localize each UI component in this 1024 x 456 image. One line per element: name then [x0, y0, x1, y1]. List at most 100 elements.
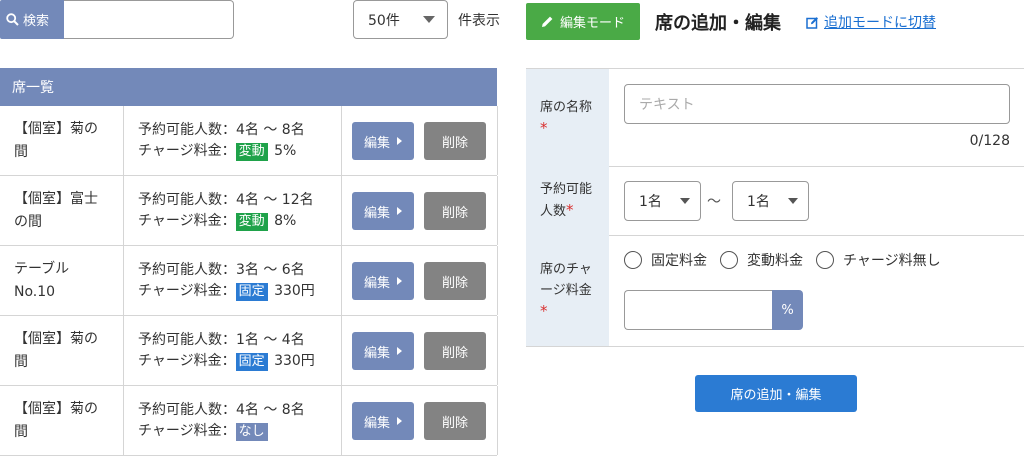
seat-name: 【個室】菊の間 — [0, 106, 124, 175]
edit-button-label: 編集 — [363, 275, 390, 291]
seat-info: 予約可能人数：3名 〜 6名 チャージ料金： 固定 330円 — [124, 246, 342, 315]
seat-info: 予約可能人数：4名 〜 12名 チャージ料金： 変動 8% — [124, 176, 342, 245]
edit-button-label: 編集 — [363, 205, 390, 221]
charge-amount-input[interactable] — [624, 290, 773, 330]
seat-info: 予約可能人数：1名 〜 4名 チャージ料金： 固定 330円 — [124, 316, 342, 385]
capacity-min-value: 1名 — [639, 194, 662, 210]
search-input[interactable] — [64, 0, 234, 39]
edit-button-label: 編集 — [363, 415, 390, 431]
required-mark: * — [540, 118, 548, 137]
label-text-2: 人数 — [540, 204, 567, 219]
caret-right-icon — [397, 417, 402, 425]
switch-to-add-mode-link[interactable]: 追加モードに切替 — [806, 12, 936, 32]
seat-info: 予約可能人数：4名 〜 8名 チャージ料金： 変動 5% — [124, 106, 342, 175]
caret-right-icon — [397, 137, 402, 145]
radio-fixed-charge[interactable]: 固定料金 — [624, 250, 707, 270]
capacity-max-value: 1名 — [747, 194, 770, 210]
seat-capacity: 予約可能人数：4名 〜 8名 — [138, 121, 305, 138]
seat-form: 席の名称 * テキスト 0/128 予約可能 人数* 1名 〜 1名 席のチャ … — [526, 68, 1024, 347]
required-mark: * — [566, 201, 574, 219]
panel-title: 席の追加・編集 — [655, 13, 781, 34]
radio-label: チャージ料無し — [843, 253, 941, 269]
seat-charge: チャージ料金： 変動 8% — [138, 211, 341, 232]
radio-circle — [624, 251, 642, 269]
edit-button[interactable]: 編集 — [352, 122, 414, 160]
edit-button-label: 編集 — [363, 135, 390, 151]
field-label-charge: 席のチャ ージ料金 * — [526, 235, 609, 346]
radio-circle — [816, 251, 834, 269]
seat-capacity: 予約可能人数：1名 〜 4名 — [138, 331, 305, 348]
delete-button[interactable]: 削除 — [424, 332, 486, 370]
seat-name: 【個室】菊の間 — [0, 316, 124, 385]
charge-label: チャージ料金： — [138, 142, 236, 159]
label-text: 人数* — [540, 200, 609, 222]
edit-button-label: 編集 — [363, 345, 390, 361]
charge-value: 330円 — [274, 282, 315, 299]
edit-button[interactable]: 編集 — [352, 262, 414, 300]
table-row: 【個室】菊の間 予約可能人数：4名 〜 8名 チャージ料金： なし 編集 削除 — [0, 386, 498, 456]
seat-capacity: 予約可能人数：4名 〜 12名 — [138, 191, 314, 208]
charge-unit-addon: % — [772, 290, 803, 330]
charge-label: チャージ料金： — [138, 422, 236, 439]
charge-type-badge: 固定 — [235, 352, 268, 371]
range-separator: 〜 — [707, 194, 721, 210]
search-icon — [6, 13, 19, 26]
delete-button[interactable]: 削除 — [424, 262, 486, 300]
table-row: テーブルNo.10 予約可能人数：3名 〜 6名 チャージ料金： 固定 330円 … — [0, 246, 498, 316]
seat-name: 【個室】菊の間 — [0, 386, 124, 455]
edit-button[interactable]: 編集 — [352, 192, 414, 230]
row-actions: 編集 削除 — [342, 246, 498, 315]
charge-label: チャージ料金： — [138, 282, 236, 299]
row-actions: 編集 削除 — [342, 176, 498, 245]
search-button-label: 検索 — [23, 14, 50, 29]
label-text: 席のチャ — [540, 262, 592, 277]
chevron-down-icon — [423, 16, 435, 23]
chevron-down-icon — [788, 198, 798, 204]
table-row: 【個室】菊の間 予約可能人数：1名 〜 4名 チャージ料金： 固定 330円 編集… — [0, 316, 498, 386]
edit-button[interactable]: 編集 — [352, 402, 414, 440]
row-actions: 編集 削除 — [342, 316, 498, 385]
edit-square-icon — [806, 16, 818, 29]
seat-name-input[interactable]: テキスト — [624, 84, 1010, 124]
capacity-max-select[interactable]: 1名 — [732, 181, 809, 221]
edit-mode-button[interactable]: 編集モード — [526, 3, 640, 40]
search-button[interactable]: 検索 — [0, 0, 64, 39]
chevron-down-icon — [680, 198, 690, 204]
row-actions: 編集 削除 — [342, 106, 498, 175]
capacity-min-select[interactable]: 1名 — [624, 181, 701, 221]
charge-value: 5% — [274, 142, 297, 159]
seat-list-header: 席一覧 — [0, 68, 497, 106]
seat-capacity: 予約可能人数：4名 〜 8名 — [138, 401, 305, 418]
field-label-name: 席の名称 * — [526, 69, 609, 166]
label-text: 席の名称 — [540, 99, 593, 115]
row-actions: 編集 削除 — [342, 386, 498, 455]
seat-charge: チャージ料金： 固定 330円 — [138, 351, 341, 372]
table-row: 【個室】菊の間 予約可能人数：4名 〜 8名 チャージ料金： 変動 5% 編集 削… — [0, 106, 498, 176]
seat-name: テーブルNo.10 — [0, 246, 124, 315]
edit-mode-label: 編集モード — [559, 16, 625, 31]
switch-link-label: 追加モードに切替 — [824, 15, 936, 31]
seat-capacity: 予約可能人数：3名 〜 6名 — [138, 261, 305, 278]
delete-button[interactable]: 削除 — [424, 122, 486, 160]
charge-type-badge: 変動 — [235, 142, 268, 161]
pencil-icon — [541, 16, 553, 27]
radio-circle — [720, 251, 738, 269]
char-counter: 0/128 — [969, 133, 1010, 149]
charge-label: チャージ料金： — [138, 212, 236, 229]
seat-info: 予約可能人数：4名 〜 8名 チャージ料金： なし — [124, 386, 342, 455]
edit-button[interactable]: 編集 — [352, 332, 414, 370]
charge-type-badge: なし — [235, 422, 268, 441]
submit-button[interactable]: 席の追加・編集 — [695, 375, 857, 412]
caret-right-icon — [397, 207, 402, 215]
charge-value: 330円 — [274, 352, 315, 369]
radio-variable-charge[interactable]: 変動料金 — [720, 250, 803, 270]
delete-button[interactable]: 削除 — [424, 192, 486, 230]
charge-type-badge: 変動 — [235, 212, 268, 231]
field-label-capacity: 予約可能 人数* — [526, 166, 609, 235]
charge-value: 8% — [274, 212, 297, 229]
radio-label: 固定料金 — [651, 253, 707, 269]
page-size-select[interactable]: 50件 — [353, 0, 448, 39]
delete-button[interactable]: 削除 — [424, 402, 486, 440]
radio-no-charge[interactable]: チャージ料無し — [816, 250, 941, 270]
page-size-value: 50件 — [368, 12, 400, 29]
